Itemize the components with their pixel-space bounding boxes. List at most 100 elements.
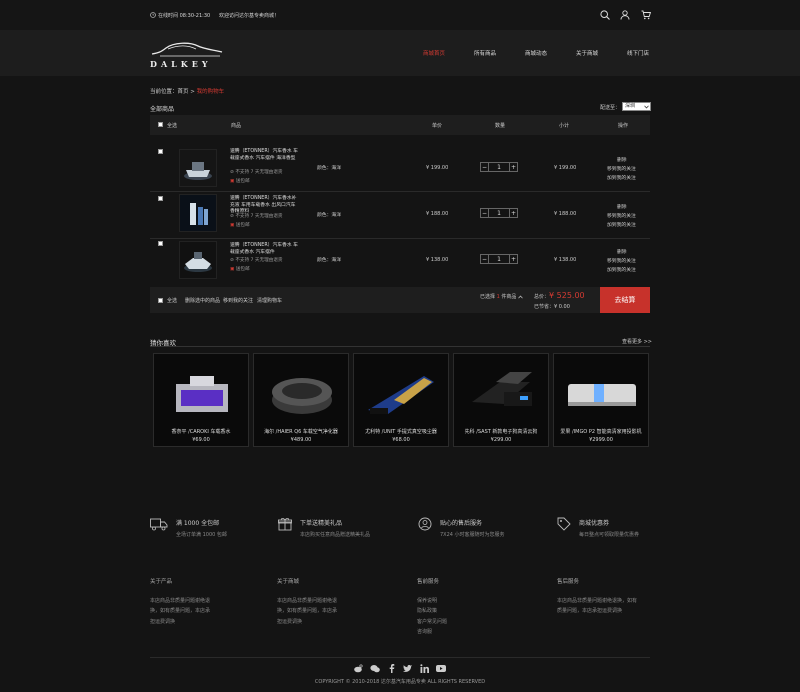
- headset-icon: [418, 517, 432, 531]
- footer-line: 质量问题，本店承担运费调换: [557, 608, 623, 614]
- car-perfume-seat-image: [180, 242, 216, 278]
- cart-row: 速腾（ETONNER）汽车香水 车载座式香水 汽车摆件 ⊘ 不支持 7 天无理由…: [150, 239, 650, 286]
- qty-plus-button[interactable]: +: [509, 163, 517, 171]
- perfume-image: [176, 376, 228, 412]
- footer-link[interactable]: 客户常见问题: [417, 617, 447, 628]
- product-thumb[interactable]: [179, 149, 217, 187]
- card-name: 香奈平 /CAROKI 车载香水: [171, 429, 231, 435]
- qty-minus-button[interactable]: −: [481, 255, 489, 263]
- select-all-checkbox[interactable]: [158, 122, 163, 127]
- item-title[interactable]: 速腾（ETONNER）汽车香水 车载座式香水 汽车摆件 海洋香型: [230, 149, 298, 162]
- qty-plus-button[interactable]: +: [509, 209, 517, 217]
- footer-line: 本店商品非质量问题谢绝退换，如有: [557, 597, 638, 604]
- item-spec: 颜色：海洋: [317, 258, 341, 263]
- service-title: 满 1000 全包邮: [176, 520, 220, 527]
- total-price: 总价：¥ 525.00: [534, 291, 585, 300]
- truck-icon: [150, 518, 168, 531]
- item-checkbox[interactable]: [158, 196, 163, 201]
- delete-link[interactable]: 删除: [617, 156, 627, 163]
- nav-item-news[interactable]: 商城动态: [525, 49, 547, 57]
- move-follow-link[interactable]: 移到我的关注: [607, 165, 636, 172]
- qty-value[interactable]: 1: [489, 209, 509, 217]
- logo[interactable]: DALKEY: [150, 40, 226, 69]
- qty-plus-button[interactable]: +: [509, 255, 517, 263]
- item-gift-text: 送包邮: [235, 179, 250, 184]
- footer-link[interactable]: 保养说明: [417, 596, 447, 607]
- ship-label: 配送至：: [600, 105, 621, 111]
- delete-link[interactable]: 删除: [617, 248, 627, 255]
- checkout-button[interactable]: 去结算: [600, 287, 650, 313]
- linkedin-icon[interactable]: [420, 664, 429, 673]
- cart-icon[interactable]: [641, 10, 651, 20]
- footer-select-all-checkbox[interactable]: [158, 298, 163, 303]
- weibo-icon[interactable]: [354, 664, 363, 673]
- qty-value[interactable]: 1: [489, 163, 509, 171]
- breadcrumb-current: 我的购物车: [196, 89, 225, 95]
- footer-line: 换，如有质量问题，本店承: [150, 608, 211, 614]
- qty-value[interactable]: 1: [489, 255, 509, 263]
- item-title[interactable]: 速腾（ETONNER）汽车香水 车载座式香水 汽车摆件: [230, 243, 298, 256]
- item-note-text: 不支持 7 天无理由退货: [235, 214, 283, 219]
- quantity-stepper[interactable]: − 1 +: [480, 162, 518, 172]
- clock-icon: [150, 12, 156, 18]
- facebook-icon[interactable]: [389, 664, 395, 673]
- nav-item-all-products[interactable]: 所有商品: [474, 49, 496, 57]
- cart-table-header: 全选 商品 单价 数量 小计 操作: [150, 115, 650, 135]
- item-checkbox[interactable]: [158, 241, 163, 246]
- recommend-card[interactable]: 香奈平 /CAROKI 车载香水 ¥69.00: [153, 353, 249, 447]
- move-follow-link[interactable]: 移到我的关注: [607, 257, 636, 264]
- breadcrumb-home[interactable]: 首页: [178, 89, 189, 95]
- cart-heading: 全部商品: [150, 106, 175, 113]
- clear-cart-link[interactable]: 清理购物车: [257, 297, 282, 304]
- selected-summary[interactable]: 已选择 1 件商品: [480, 293, 523, 300]
- product-thumb[interactable]: [179, 194, 217, 232]
- footer-col-title: 关于商城: [277, 579, 300, 585]
- footer-divider: [150, 657, 650, 658]
- nav-item-stores[interactable]: 线下门店: [627, 49, 649, 57]
- breadcrumb: 当前位置：首页 > 我的购物车: [150, 87, 224, 95]
- footer-link[interactable]: 咨询服: [417, 627, 447, 638]
- recommend-card[interactable]: 尤利特 /UNIT 手提式真空吸尘器 ¥68.00: [353, 353, 449, 447]
- card-caption: 海尔 /HAIER Q6 车载空气净化器 ¥489.00: [254, 428, 348, 444]
- youtube-icon[interactable]: [436, 665, 446, 672]
- footer-col-aftersale: 售后服务 本店商品非质量问题谢绝退换，如有 质量问题，本店承担运费调换: [557, 577, 637, 617]
- quantity-stepper[interactable]: − 1 +: [480, 254, 518, 264]
- ship-select[interactable]: 深圳: [622, 102, 651, 111]
- move-follow-link[interactable]: 移到我的关注: [607, 212, 636, 219]
- twitter-icon[interactable]: [403, 664, 412, 673]
- footer-select-all[interactable]: 全选: [167, 297, 177, 304]
- product-thumb[interactable]: [179, 241, 217, 279]
- delete-link[interactable]: 删除: [617, 203, 627, 210]
- card-caption: 香奈平 /CAROKI 车载香水 ¥69.00: [154, 428, 248, 444]
- col-select-all[interactable]: 全选: [167, 122, 177, 129]
- recommend-card[interactable]: 爱果 /IMGO P2 智能高清家用投影机 ¥2999.00: [553, 353, 649, 447]
- add-follow-link[interactable]: 加到我的关注: [607, 221, 636, 228]
- item-gift: ▣ 送包邮: [230, 222, 250, 228]
- see-more-link[interactable]: 查看更多 >>: [622, 338, 652, 345]
- user-icon[interactable]: [620, 10, 630, 20]
- wechat-icon[interactable]: [370, 664, 380, 673]
- recommend-card[interactable]: 海尔 /HAIER Q6 车载空气净化器 ¥489.00: [253, 353, 349, 447]
- social-links: [354, 664, 446, 673]
- nav-item-home[interactable]: 商城首页: [423, 49, 445, 57]
- card-price: ¥489.00: [290, 437, 312, 443]
- qty-minus-button[interactable]: −: [481, 163, 489, 171]
- add-follow-link[interactable]: 加到我的关注: [607, 174, 636, 181]
- search-icon[interactable]: [600, 10, 610, 20]
- item-checkbox[interactable]: [158, 149, 163, 154]
- footer-link[interactable]: 隐私政策: [417, 606, 447, 617]
- nav-item-about[interactable]: 关于商城: [576, 49, 598, 57]
- recommend-card[interactable]: 先科 /SAST 新款电子狗高清云狗 ¥299.00: [453, 353, 549, 447]
- delete-selected-link[interactable]: 删除选中的商品: [185, 297, 220, 304]
- quantity-stepper[interactable]: − 1 +: [480, 208, 518, 218]
- saved-value: ¥ 0.00: [554, 304, 570, 310]
- welcome-text: 欢迎访问达尔基专卖商城！: [219, 13, 280, 19]
- item-price: ¥ 188.00: [426, 211, 449, 217]
- add-follow-link[interactable]: 加到我的关注: [607, 266, 636, 273]
- card-name: 尤利特 /UNIT 手提式真空吸尘器: [365, 429, 437, 435]
- qty-minus-button[interactable]: −: [481, 209, 489, 217]
- item-note: ⊘ 不支持 7 天无理由退货: [230, 257, 283, 263]
- service-subtitle: 全场订单满 1000 包邮: [176, 532, 227, 538]
- col-qty: 数量: [495, 123, 506, 129]
- footer-move-follow-link[interactable]: 移到我的关注: [223, 297, 253, 304]
